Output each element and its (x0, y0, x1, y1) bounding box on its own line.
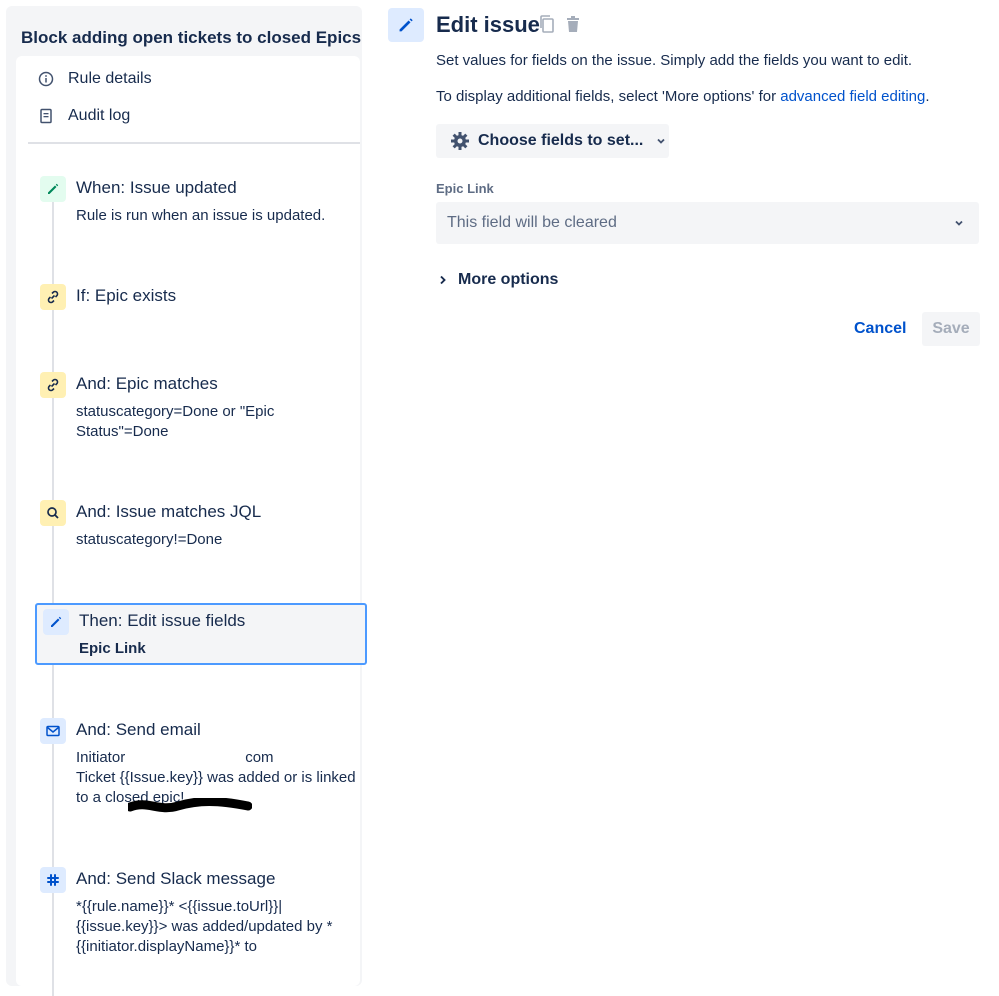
cancel-button[interactable]: Cancel (854, 320, 906, 338)
rule-sidebar: Block adding open tickets to closed Epic… (6, 6, 367, 996)
step-title: If: Epic exists (76, 286, 177, 305)
trash-icon[interactable] (564, 14, 582, 39)
chevron-right-icon (438, 274, 448, 286)
choose-fields-button[interactable]: Choose fields to set... (436, 124, 669, 158)
chevron-down-icon (655, 135, 667, 147)
email-recipient-start: Initiator (76, 749, 126, 766)
rule-components-panel: Rule details Audit log When: Issue updat… (16, 56, 367, 996)
step-title: And: Send email (76, 720, 201, 739)
title-actions (538, 14, 582, 39)
epic-link-select[interactable]: This field will be cleared (436, 202, 979, 244)
more-options-toggle[interactable]: More options (438, 271, 558, 289)
pencil-icon (43, 609, 69, 635)
step-title: And: Epic matches (76, 374, 218, 393)
step-description: statuscategory=Done or "Epic Status"=Don… (76, 403, 275, 440)
chevron-down-icon (953, 217, 965, 229)
pencil-icon (388, 8, 424, 42)
rule-details-link[interactable]: Rule details (38, 68, 152, 90)
gear-icon (450, 131, 470, 151)
slack-icon (40, 867, 66, 893)
audit-log-label: Audit log (68, 107, 131, 124)
rule-title: Block adding open tickets to closed Epic… (21, 28, 362, 47)
copy-icon[interactable] (538, 14, 556, 39)
step-description: Rule is run when an issue is updated. (76, 207, 326, 224)
rule-details-label: Rule details (68, 70, 152, 87)
step-edit-issue-fields[interactable]: Then: Edit issue fields Epic Link (35, 603, 367, 665)
step-description: Epic Link (79, 640, 146, 657)
more-options-label: More options (458, 271, 559, 288)
description-prefix: To display additional fields, select 'Mo… (436, 88, 781, 105)
step-description: statuscategory!=Done (76, 531, 223, 548)
redaction-mark (128, 798, 252, 813)
audit-log-link[interactable]: Audit log (38, 105, 130, 127)
description-suffix: . (925, 88, 930, 105)
edit-issue-panel: Edit issue Set values for fields on the … (388, 0, 999, 973)
page-title: Edit issue (436, 12, 540, 37)
step-title: When: Issue updated (76, 178, 237, 197)
epic-link-label: Epic Link (436, 181, 494, 196)
step-title: Then: Edit issue fields (79, 611, 246, 630)
email-recipient-end: com (245, 749, 274, 766)
link-icon (40, 372, 66, 398)
step-description: *{{rule.name}}* <{{issue.toUrl}}|{{issue… (76, 898, 333, 955)
advanced-field-editing-link[interactable]: advanced field editing (780, 88, 925, 105)
description-text-2: To display additional fields, select 'Mo… (436, 88, 930, 105)
search-icon (40, 500, 66, 526)
step-title: And: Send Slack message (76, 869, 276, 888)
description-text: Set values for fields on the issue. Simp… (436, 52, 913, 69)
sidebar-divider (28, 142, 360, 144)
document-icon (38, 108, 54, 124)
link-icon (40, 284, 66, 310)
epic-link-value: This field will be cleared (447, 214, 617, 231)
pencil-icon (40, 176, 66, 202)
mail-icon (40, 718, 66, 744)
step-title: And: Issue matches JQL (76, 502, 262, 521)
save-button[interactable]: Save (922, 312, 980, 346)
choose-fields-label: Choose fields to set... (478, 132, 644, 149)
info-icon (38, 71, 54, 87)
